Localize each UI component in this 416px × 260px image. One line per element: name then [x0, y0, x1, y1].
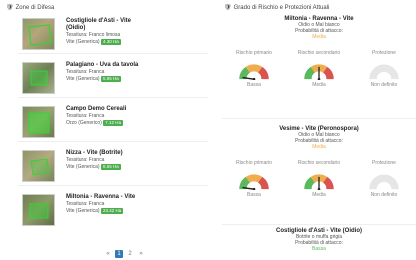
- risk-block: Costigliole d'Asti - Vite (Oidio) Botrit…: [222, 228, 416, 252]
- zone-card[interactable]: Miltonia - Ravenna - Vite Tessitura: Fra…: [18, 190, 208, 230]
- field-thumbnail: [22, 194, 55, 226]
- gauge-label: Bassa: [247, 82, 261, 88]
- header-secondary-risk: Rischio secondario: [297, 50, 341, 56]
- field-thumbnail: [22, 106, 55, 138]
- zone-texture: Tessitura: Franca: [66, 201, 105, 207]
- gauge-undefined-icon: [369, 64, 399, 80]
- field-thumbnail: [22, 62, 55, 94]
- gauge-undefined-icon: [369, 174, 399, 190]
- gauge-label: Non definito: [370, 192, 398, 198]
- secondary-risk-gauge: Media: [289, 172, 349, 198]
- zone-name: Campo Demo Cereali: [66, 106, 127, 112]
- header-protection: Protezione: [372, 160, 396, 166]
- gauge-label: Media: [312, 82, 326, 88]
- risk-level: Bassa: [312, 246, 326, 252]
- risk-block: Vesime - Vite (Peronospora) Oidio o Mal …: [222, 126, 416, 198]
- gauge-label: Media: [312, 192, 326, 198]
- zone-texture: Tessitura: Franca: [66, 113, 105, 119]
- zone-card[interactable]: Costigliole d'Asti - Vite (Oidio) Tessit…: [18, 14, 208, 54]
- primary-risk-gauge: Bassa: [224, 172, 284, 198]
- area-badge: 4.30 Ha: [100, 39, 121, 45]
- zone-panel-header: 🛡︎ Zone di Difesa: [6, 4, 55, 12]
- risk-divider: [222, 224, 416, 225]
- pagination-next[interactable]: »: [137, 250, 145, 258]
- risk-block: Miltonia - Ravenna - Vite Oidio o Mal bi…: [222, 16, 416, 88]
- gauge-medium-icon: [304, 174, 334, 190]
- field-thumbnail: [22, 18, 55, 50]
- shield-icon: 🛡︎: [6, 5, 14, 11]
- zone-crop: Vite (Generica): [66, 39, 100, 45]
- risk-divider: [222, 118, 416, 119]
- area-badge: 23.42 Ha: [100, 208, 124, 214]
- area-badge: 5.95 Ha: [100, 76, 121, 82]
- zone-name: Miltonia - Ravenna - Vite: [66, 194, 136, 200]
- area-badge: 7.12 Ha: [103, 120, 123, 126]
- pagination-page-1[interactable]: 1: [115, 250, 123, 258]
- risk-panel: 🛡︎ Grado di Rischio e Protezioni Attuali…: [222, 0, 416, 260]
- area-badge: 8.55 Ha: [100, 164, 121, 170]
- gauge-label: Non definito: [370, 82, 398, 88]
- zone-name: Costigliole d'Asti - Vite: [66, 18, 131, 24]
- zone-crop: Vite (Generica): [66, 208, 100, 214]
- zone-card[interactable]: Palagiano - Uva da tavola Tessitura: Fra…: [18, 58, 208, 98]
- protection-gauge: Non definito: [354, 62, 414, 88]
- zone-panel: 🛡︎ Zone di Difesa Costigliole d'Asti - V…: [0, 0, 208, 260]
- zone-texture: Tessitura: Franco limosa: [66, 32, 121, 38]
- risk-level: Media: [312, 34, 326, 40]
- zone-crop: Vite (Generica): [66, 164, 100, 170]
- zone-crop: Orzo (Generico): [66, 120, 102, 126]
- gauge-label: Bassa: [247, 192, 261, 198]
- header-secondary-risk: Rischio secondario: [297, 160, 341, 166]
- pagination-prev[interactable]: «: [104, 250, 112, 258]
- primary-risk-gauge: Bassa: [224, 62, 284, 88]
- zone-name: Nizza - Vite (Botrite): [66, 150, 123, 156]
- risk-panel-header: 🛡︎ Grado di Rischio e Protezioni Attuali: [224, 4, 330, 12]
- gauge-low-icon: [239, 174, 269, 190]
- field-thumbnail: [22, 150, 55, 182]
- risk-level: Media: [312, 144, 326, 150]
- zone-name-line2: (Oidio): [66, 25, 86, 31]
- gauge-low-icon: [239, 64, 269, 80]
- gauge-medium-icon: [304, 64, 334, 80]
- pagination-page-2[interactable]: 2: [126, 250, 134, 258]
- zone-texture: Tessitura: Franca: [66, 69, 105, 75]
- zone-panel-title: Zone di Difesa: [15, 4, 55, 11]
- risk-panel-title: Grado di Rischio e Protezioni Attuali: [233, 4, 330, 11]
- secondary-risk-gauge: Media: [289, 62, 349, 88]
- header-protection: Protezione: [372, 50, 396, 56]
- protection-gauge: Non definito: [354, 172, 414, 198]
- header-primary-risk: Rischio primario: [236, 50, 272, 56]
- pagination: « 1 2 »: [104, 250, 145, 258]
- zone-crop: Vite (Generica): [66, 76, 100, 82]
- header-primary-risk: Rischio primario: [236, 160, 272, 166]
- zone-card[interactable]: Nizza - Vite (Botrite) Tessitura: Franca…: [18, 146, 208, 186]
- zone-texture: Tessitura: Franca: [66, 157, 105, 163]
- zone-card[interactable]: Campo Demo Cereali Tessitura: Franca Orz…: [18, 102, 208, 142]
- zone-name: Palagiano - Uva da tavola: [66, 62, 139, 68]
- shield-icon: 🛡︎: [224, 5, 232, 11]
